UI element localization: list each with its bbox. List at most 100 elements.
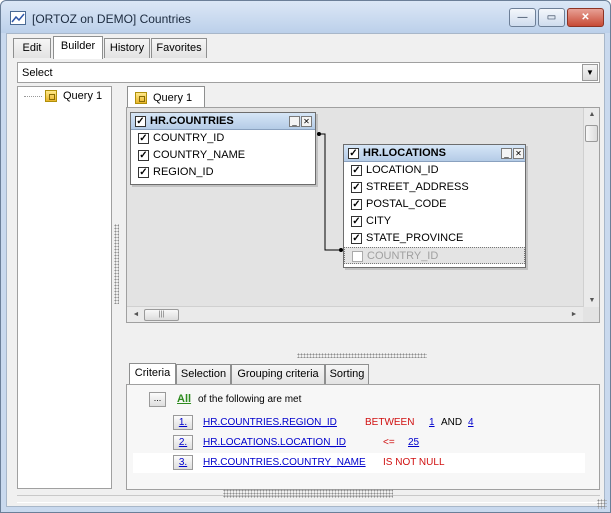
table-checkbox[interactable]: ✓ [348, 148, 359, 159]
column-row[interactable]: ✓ STREET_ADDRESS [344, 179, 525, 196]
column-name: COUNTRY_ID [153, 132, 225, 144]
checkbox[interactable]: ✓ [351, 199, 362, 210]
criteria-panel: Criteria Selection Grouping criteria Sor… [126, 363, 600, 491]
criteria-value[interactable]: 25 [408, 437, 419, 448]
column-name: LOCATION_ID [366, 164, 439, 176]
query-tab-label: Query 1 [153, 91, 193, 104]
scroll-thumb[interactable]: ||| [144, 309, 179, 321]
row-number-button[interactable]: 1. [173, 415, 193, 430]
criteria-field[interactable]: HR.COUNTRIES.COUNTRY_NAME [203, 457, 366, 468]
quantifier-link[interactable]: All [177, 393, 191, 405]
criteria-field[interactable]: HR.COUNTRIES.REGION_ID [203, 417, 337, 428]
horizontal-scrollbar[interactable]: ◄ ||| ► [127, 306, 583, 322]
table-name: HR.COUNTRIES [150, 115, 234, 127]
column-name: CITY [366, 215, 392, 227]
column-name: REGION_ID [153, 166, 214, 178]
query-window: [ORTOZ on DEMO] Countries — ▭ ✕ Edit Bui… [0, 0, 611, 513]
column-row[interactable]: ✓ STATE_PROVINCE [344, 230, 525, 247]
tree-item-query-1[interactable]: Query 1 [24, 90, 102, 102]
criteria-operator[interactable]: IS NOT NULL [383, 457, 445, 468]
resize-grip[interactable] [597, 499, 607, 509]
window-content: Edit Builder History Favorites Select ▼ … [6, 33, 605, 507]
column-row[interactable]: ✓ LOCATION_ID [344, 162, 525, 179]
tab-query-1[interactable]: Query 1 [127, 86, 205, 108]
table-hr-locations[interactable]: ✓ HR.LOCATIONS _ ✕ ✓ LOCATION_ID ✓ STREET_… [343, 144, 526, 268]
table-header[interactable]: ✓ HR.LOCATIONS _ ✕ [344, 145, 525, 162]
column-name: STATE_PROVINCE [366, 232, 464, 244]
criteria-operator[interactable]: BETWEEN [365, 417, 414, 428]
tab-criteria[interactable]: Criteria [129, 363, 176, 385]
column-name: STREET_ADDRESS [366, 181, 469, 193]
minimize-icon[interactable]: _ [289, 116, 300, 127]
tab-grouping-criteria[interactable]: Grouping criteria [231, 364, 325, 384]
close-button[interactable]: ✕ [567, 8, 604, 27]
table-hr-countries[interactable]: ✓ HR.COUNTRIES _ ✕ ✓ COUNTRY_ID ✓ COUNTRY_… [130, 112, 316, 185]
column-name: POSTAL_CODE [366, 198, 447, 210]
builder-pane: Query 1 ✓ HR.COUNTRIES _ ✕ ✓ COUNTRY_ID [119, 86, 600, 491]
column-row[interactable]: ✓ REGION_ID [131, 164, 315, 181]
tab-builder[interactable]: Builder [53, 36, 103, 59]
statement-type-select[interactable]: Select ▼ [17, 62, 600, 83]
column-name: COUNTRY_NAME [153, 149, 246, 161]
close-icon[interactable]: ✕ [301, 116, 312, 127]
table-name: HR.LOCATIONS [363, 147, 446, 159]
criteria-row: 2. HR.LOCATIONS.LOCATION_ID <= 25 [127, 433, 597, 453]
query-icon [135, 91, 147, 104]
checkbox[interactable]: ✓ [138, 133, 149, 144]
query-tree: Query 1 [17, 86, 112, 489]
tab-favorites[interactable]: Favorites [151, 38, 207, 58]
column-row[interactable]: ✓ CITY [344, 213, 525, 230]
table-checkbox[interactable]: ✓ [135, 116, 146, 127]
diagram-canvas[interactable]: ✓ HR.COUNTRIES _ ✕ ✓ COUNTRY_ID ✓ COUNTRY_… [126, 107, 600, 323]
minimize-icon[interactable]: _ [501, 148, 512, 159]
minimize-button[interactable]: — [509, 8, 536, 27]
tab-sorting[interactable]: Sorting [325, 364, 369, 384]
vertical-scrollbar[interactable]: ▲ ▼ [583, 108, 599, 307]
scroll-thumb[interactable] [585, 125, 598, 142]
column-name: COUNTRY_ID [367, 250, 439, 262]
checkbox[interactable]: ✓ [351, 233, 362, 244]
criteria-row-selected: 3. HR.COUNTRIES.COUNTRY_NAME IS NOT NULL [133, 453, 585, 473]
tab-selection[interactable]: Selection [176, 364, 231, 384]
criteria-value[interactable]: 1 [429, 417, 435, 428]
tree-item-label: Query 1 [63, 90, 103, 102]
window-title: [ORTOZ on DEMO] Countries [32, 12, 191, 26]
column-row-selected[interactable]: ✓ COUNTRY_ID [344, 247, 525, 264]
criteria-field[interactable]: HR.LOCATIONS.LOCATION_ID [203, 437, 346, 448]
checkbox[interactable]: ✓ [138, 167, 149, 178]
scroll-down-icon[interactable]: ▼ [585, 297, 599, 304]
column-row[interactable]: ✓ COUNTRY_NAME [131, 147, 315, 164]
criteria-row: 1. HR.COUNTRIES.REGION_ID BETWEEN 1 AND … [127, 413, 597, 433]
criteria-value[interactable]: 4 [468, 417, 474, 428]
query-icon [45, 90, 57, 102]
row-number-button[interactable]: 3. [173, 455, 193, 470]
tree-connector [24, 95, 42, 97]
table-header[interactable]: ✓ HR.COUNTRIES _ ✕ [131, 113, 315, 130]
horizontal-splitter[interactable] [297, 353, 427, 358]
criteria-and: AND [441, 417, 463, 428]
checkbox[interactable]: ✓ [351, 216, 362, 227]
checkbox[interactable]: ✓ [351, 165, 362, 176]
criteria-suffix: of the following are met [198, 394, 302, 405]
bottom-splitter[interactable] [223, 489, 393, 498]
criteria-menu-button[interactable]: ... [149, 392, 166, 407]
scroll-left-icon[interactable]: ◄ [129, 311, 143, 318]
tab-edit[interactable]: Edit [13, 38, 51, 58]
close-icon[interactable]: ✕ [513, 148, 524, 159]
checkbox[interactable]: ✓ [351, 182, 362, 193]
checkbox[interactable]: ✓ [352, 251, 363, 262]
maximize-button[interactable]: ▭ [538, 8, 565, 27]
criteria-operator[interactable]: <= [383, 437, 395, 448]
scroll-right-icon[interactable]: ► [567, 311, 581, 318]
tab-history[interactable]: History [104, 38, 150, 58]
scroll-up-icon[interactable]: ▲ [585, 111, 599, 118]
column-row[interactable]: ✓ COUNTRY_ID [131, 130, 315, 147]
checkbox[interactable]: ✓ [138, 150, 149, 161]
column-row[interactable]: ✓ POSTAL_CODE [344, 196, 525, 213]
title-bar[interactable]: [ORTOZ on DEMO] Countries — ▭ ✕ [1, 1, 610, 33]
chart-icon [10, 11, 26, 25]
statement-type-value: Select [22, 67, 53, 79]
row-number-button[interactable]: 2. [173, 435, 193, 450]
chevron-down-icon[interactable]: ▼ [582, 64, 598, 81]
criteria-editor: ... All of the following are met 1. HR.C… [126, 384, 600, 490]
